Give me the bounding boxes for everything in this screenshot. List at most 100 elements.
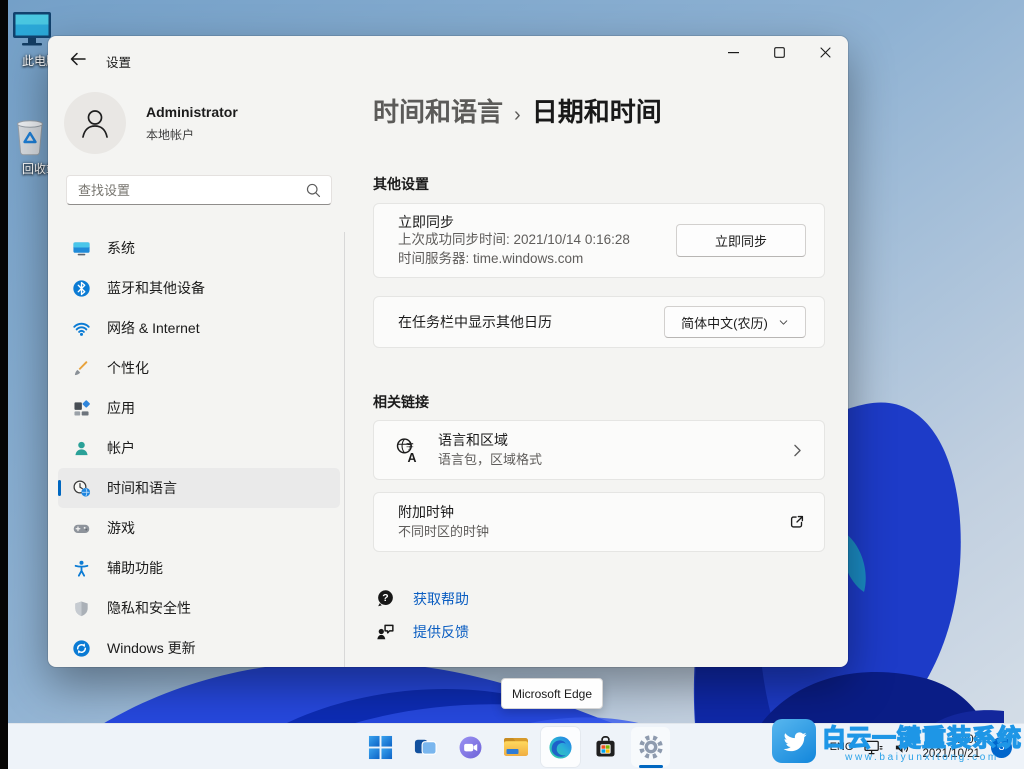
time-language-icon <box>73 479 91 497</box>
edge-icon <box>549 735 572 759</box>
sidebar-item-label: 系统 <box>107 240 135 256</box>
sidebar-item-gaming[interactable]: 游戏 <box>58 508 340 548</box>
settings-button[interactable] <box>628 724 673 769</box>
language-region-card[interactable]: A 字 语言和区域 语言包，区域格式 <box>373 420 825 480</box>
taskbar-tooltip: Microsoft Edge <box>501 678 603 709</box>
search-icon <box>306 183 321 197</box>
start-button[interactable] <box>358 724 403 769</box>
desktop: 此电脑 回收站 设置 Administrator 本地帐户 查找设置 系统 蓝牙… <box>0 0 1024 769</box>
maximize-button[interactable] <box>756 36 802 68</box>
watermark-title: 白云一键重装系统 <box>821 724 1022 752</box>
sync-card-title: 立即同步 <box>398 213 454 230</box>
calendar-dropdown-value: 简体中文(农历) <box>681 315 768 331</box>
window-title: 设置 <box>106 56 132 70</box>
taskbar-icons <box>358 724 673 769</box>
windows-update-icon <box>73 639 90 657</box>
watermark-url: www.baiyunxitong.com <box>845 752 999 763</box>
sync-card: 立即同步 上次成功同步时间: 2021/10/14 0:16:28 时间服务器:… <box>373 203 825 278</box>
sidebar-scrollbar[interactable] <box>344 232 345 667</box>
sidebar-item-label: 隐私和安全性 <box>107 600 191 616</box>
chevron-right-icon: › <box>514 104 521 126</box>
chevron-right-icon <box>794 444 801 456</box>
additional-clocks-subtitle: 不同时区的时钟 <box>398 524 490 539</box>
additional-clocks-card[interactable]: 附加时钟 不同时区的时钟 <box>373 492 825 552</box>
sidebar-item-label: 蓝牙和其他设备 <box>107 280 205 296</box>
sidebar-item-label: 帐户 <box>107 440 135 456</box>
sidebar-item-label: 个性化 <box>107 360 149 376</box>
watermark: 白云一键重装系统 www.baiyunxitong.com <box>772 718 1022 763</box>
section-heading-related-links: 相关链接 <box>373 394 429 410</box>
breadcrumb-parent[interactable]: 时间和语言 <box>373 92 503 129</box>
breadcrumb: 时间和语言 › 日期和时间 <box>373 92 662 129</box>
calendar-dropdown[interactable]: 简体中文(农历) <box>664 306 806 338</box>
chat-icon <box>459 736 482 758</box>
accounts-icon <box>75 441 88 455</box>
last-sync-time: 上次成功同步时间: 2021/10/14 0:16:28 <box>398 232 630 248</box>
svg-text:A: A <box>408 450 417 463</box>
calendar-label: 在任务栏中显示其他日历 <box>398 314 552 330</box>
sidebar-item-network-internet[interactable]: 网络 & Internet <box>58 308 340 348</box>
maximize-icon <box>773 46 785 58</box>
get-help-link[interactable]: ? 获取帮助 <box>375 588 469 609</box>
get-help-label: 获取帮助 <box>413 590 469 607</box>
language-region-title: 语言和区域 <box>438 432 508 448</box>
task-view-icon <box>414 739 437 755</box>
chat-button[interactable] <box>448 724 493 769</box>
sidebar-item-label: 应用 <box>107 400 135 416</box>
network-icon <box>73 322 90 336</box>
sidebar-item-windows-update[interactable]: Windows 更新 <box>58 628 340 667</box>
file-explorer-icon <box>503 738 528 756</box>
user-profile[interactable] <box>64 92 126 154</box>
bluetooth-icon <box>73 279 90 297</box>
additional-clocks-title: 附加时钟 <box>398 504 454 520</box>
watermark-bird-icon <box>772 718 816 763</box>
sidebar-item-privacy-security[interactable]: 隐私和安全性 <box>58 588 340 628</box>
chevron-down-icon <box>779 319 788 325</box>
language-region-icon: A 字 <box>396 437 417 464</box>
section-heading-other-settings: 其他设置 <box>373 176 429 192</box>
edge-button[interactable] <box>538 724 583 769</box>
sidebar-item-label: Windows 更新 <box>107 640 196 656</box>
window-controls <box>710 36 848 68</box>
sidebar-item-label: 网络 & Internet <box>107 320 200 336</box>
person-icon <box>82 110 108 138</box>
store-button[interactable] <box>583 724 628 769</box>
sidebar-item-apps[interactable]: 应用 <box>58 388 340 428</box>
user-account-type: 本地帐户 <box>146 128 195 142</box>
task-view-button[interactable] <box>403 724 448 769</box>
store-icon <box>596 735 615 757</box>
file-explorer-button[interactable] <box>493 724 538 769</box>
language-region-subtitle: 语言包，区域格式 <box>438 452 543 467</box>
back-arrow-icon <box>70 52 86 66</box>
open-app-indicator <box>638 765 663 768</box>
close-button[interactable] <box>802 36 848 68</box>
sidebar-item-personalization[interactable]: 个性化 <box>58 348 340 388</box>
user-name: Administrator <box>146 104 238 120</box>
sync-now-button[interactable]: 立即同步 <box>676 224 806 257</box>
sidebar-item-accounts[interactable]: 帐户 <box>58 428 340 468</box>
sidebar-item-time-language[interactable]: 时间和语言 <box>58 468 340 508</box>
back-button[interactable] <box>68 49 90 71</box>
gaming-icon <box>73 524 90 533</box>
start-icon <box>368 735 393 759</box>
settings-gear-icon <box>638 735 663 759</box>
close-icon <box>819 46 831 58</box>
system-icon <box>73 241 90 255</box>
external-link-icon <box>790 515 804 528</box>
sidebar-item-bluetooth-devices[interactable]: 蓝牙和其他设备 <box>58 268 340 308</box>
sidebar-item-system[interactable]: 系统 <box>58 228 340 268</box>
settings-search <box>66 175 332 205</box>
calendar-card: 在任务栏中显示其他日历 简体中文(农历) <box>373 296 825 348</box>
give-feedback-label: 提供反馈 <box>413 623 469 640</box>
svg-text:?: ? <box>382 592 388 604</box>
help-icon: ? <box>378 590 393 607</box>
page-title: 日期和时间 <box>531 97 662 127</box>
svg-text:字: 字 <box>406 440 414 450</box>
minimize-button[interactable] <box>710 36 756 68</box>
search-input[interactable] <box>76 181 305 199</box>
screen-edge-strip <box>0 0 8 769</box>
personalization-icon <box>74 360 88 375</box>
settings-sidebar: 系统 蓝牙和其他设备 网络 & Internet 个性化 应用 帐户 时间和语言… <box>58 228 340 667</box>
sidebar-item-accessibility[interactable]: 辅助功能 <box>58 548 340 588</box>
give-feedback-link[interactable]: 提供反馈 <box>375 621 469 642</box>
